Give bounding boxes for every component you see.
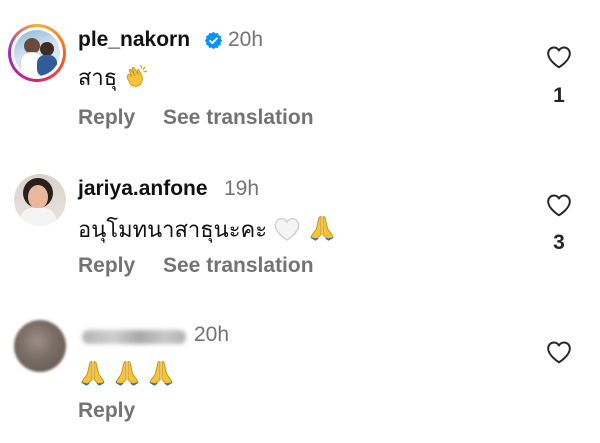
timestamp: 20h <box>194 323 230 346</box>
like-count: 1 <box>553 84 565 107</box>
reply-button[interactable]: Reply <box>78 399 135 423</box>
like-heart-icon[interactable] <box>546 45 572 69</box>
folded-hands-icon <box>310 216 334 241</box>
reply-button[interactable]: Reply <box>78 106 135 130</box>
comment-text: สาธุ <box>78 64 149 92</box>
like-count: 3 <box>553 231 565 254</box>
comment-text: อนุโมทนาสาธุนะคะ <box>78 213 337 244</box>
see-translation-button[interactable]: See translation <box>163 254 314 278</box>
see-translation-button[interactable]: See translation <box>163 106 314 130</box>
timestamp: 19h <box>224 177 260 200</box>
avatar[interactable] <box>14 174 66 226</box>
verified-badge-icon <box>204 31 223 50</box>
white-heart-icon <box>274 218 300 241</box>
clapping-hands-icon <box>127 64 148 87</box>
comment-text <box>78 358 176 389</box>
folded-hands-icon <box>81 361 105 386</box>
like-heart-icon[interactable] <box>546 340 572 364</box>
blurred-username[interactable] <box>82 330 186 344</box>
folded-hands-icon <box>149 361 173 386</box>
timestamp: 20h <box>228 28 264 51</box>
like-heart-icon[interactable] <box>546 193 572 217</box>
reply-button[interactable]: Reply <box>78 254 135 278</box>
username[interactable]: jariya.anfone <box>78 177 208 201</box>
username[interactable]: ple_nakorn <box>78 28 190 52</box>
avatar[interactable] <box>14 320 66 372</box>
avatar[interactable] <box>8 24 66 82</box>
folded-hands-icon <box>115 361 139 386</box>
